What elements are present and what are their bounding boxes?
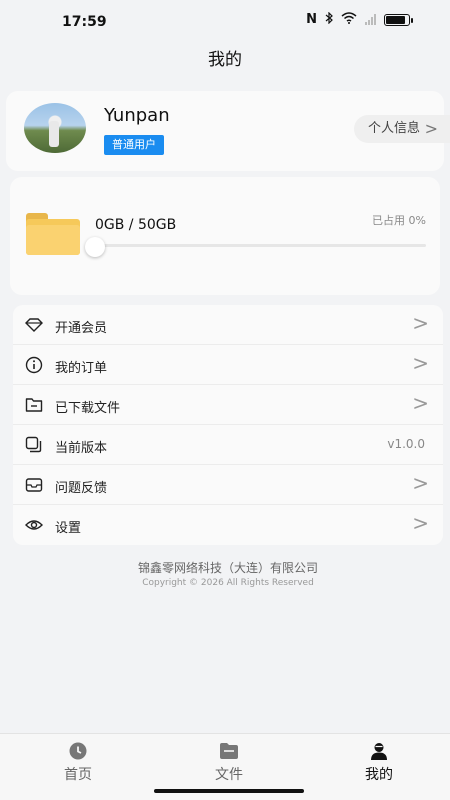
user-icon (371, 743, 387, 760)
personal-info-button[interactable]: 个人信息 > (354, 115, 450, 143)
copyright: Copyright © 2026 All Rights Reserved (142, 578, 314, 588)
bluetooth-icon (325, 11, 333, 27)
diamond-icon (25, 318, 43, 332)
folder-icon (26, 213, 80, 255)
battery-icon (384, 13, 413, 26)
menu-item-orders[interactable]: 我的订单 > (13, 345, 443, 385)
tab-label: 文件 (215, 767, 243, 783)
page-title: 我的 (208, 50, 242, 70)
chevron-right-icon: > (424, 119, 438, 138)
nfc-icon: N (306, 12, 317, 27)
tab-files[interactable]: 文件 (179, 734, 279, 794)
tab-label: 我的 (365, 767, 393, 783)
chevron-right-icon: > (412, 471, 429, 495)
tab-home[interactable]: 首页 (28, 734, 128, 794)
personal-info-label: 个人信息 (368, 121, 421, 136)
chevron-right-icon: > (412, 511, 429, 535)
avatar[interactable] (24, 103, 86, 153)
version-value: v1.0.0 (387, 437, 425, 451)
version-icon (25, 436, 42, 453)
storage-used-percent: 已占用 0% (372, 214, 426, 227)
eye-icon (25, 520, 43, 530)
menu-list: 开通会员 > 我的订单 > 已下载文件 > 当前版本 v1.0.0 问题反馈 >… (13, 305, 443, 545)
profile-card: Yunpan 普通用户 个人信息 > (6, 91, 450, 171)
storage-progress-handle (85, 237, 105, 257)
tab-label: 首页 (64, 767, 92, 783)
home-indicator (154, 789, 304, 793)
menu-item-settings[interactable]: 设置 > (13, 505, 443, 545)
storage-card: 0GB / 50GB 已占用 0% (10, 177, 440, 295)
status-time: 17:59 (62, 14, 107, 30)
info-icon (25, 356, 43, 374)
wifi-icon (341, 12, 357, 27)
menu-item-label: 已下载文件 (55, 401, 121, 416)
chevron-right-icon: > (412, 311, 429, 335)
folder-outline-icon (25, 398, 43, 412)
user-level-badge: 普通用户 (104, 135, 164, 155)
menu-item-feedback[interactable]: 问题反馈 > (13, 465, 443, 505)
menu-item-label: 问题反馈 (55, 481, 108, 496)
company-name: 锦鑫零网络科技（大连）有限公司 (137, 561, 318, 575)
menu-item-version[interactable]: 当前版本 v1.0.0 (13, 425, 443, 465)
signal-icon (365, 14, 376, 25)
chevron-right-icon: > (412, 391, 429, 415)
menu-item-label: 我的订单 (55, 361, 108, 376)
status-bar: 17:59 N (0, 0, 450, 44)
menu-item-downloads[interactable]: 已下载文件 > (13, 385, 443, 425)
status-icons: N (306, 11, 413, 27)
clock-icon (69, 742, 87, 760)
inbox-icon (25, 478, 43, 492)
storage-progress-bar (96, 244, 426, 247)
menu-item-label: 设置 (55, 521, 82, 536)
menu-item-label: 开通会员 (55, 321, 108, 336)
storage-usage: 0GB / 50GB (95, 217, 177, 233)
tab-mine[interactable]: 我的 (329, 734, 429, 794)
files-icon (220, 743, 238, 759)
chevron-right-icon: > (412, 351, 429, 375)
username: Yunpan (104, 105, 170, 126)
menu-item-membership[interactable]: 开通会员 > (13, 305, 443, 345)
menu-item-label: 当前版本 (55, 441, 108, 456)
